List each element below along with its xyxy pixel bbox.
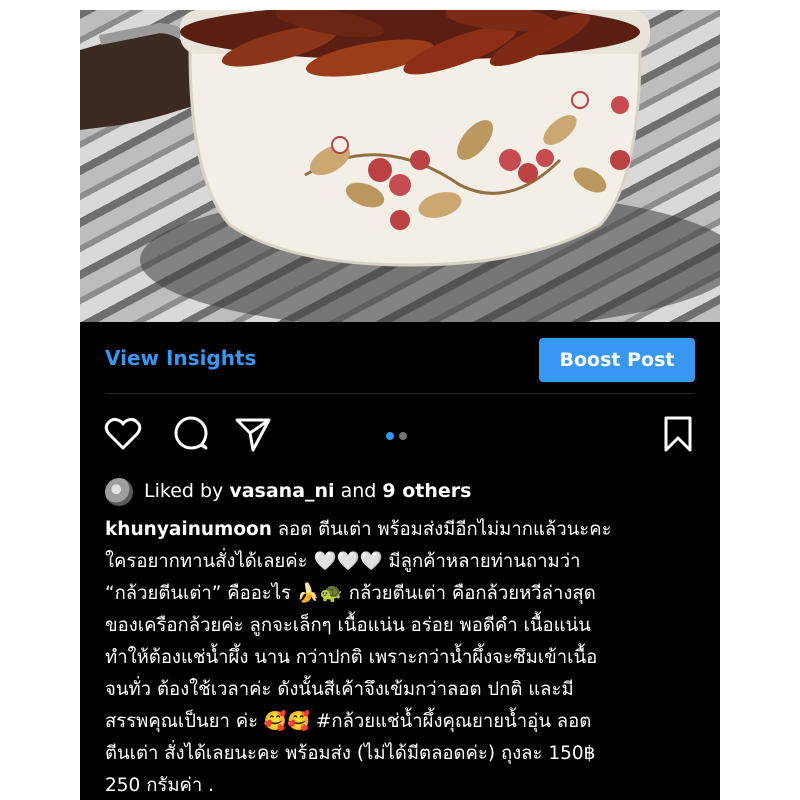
caption-text: ลอต ตีนเต่า พร้อมส่งมีอีกไม่มากแล้วนะคะ [271, 519, 612, 540]
post-caption: khunyainumoon ลอต ตีนเต่า พร้อมส่งมีอีกไ… [105, 514, 705, 800]
caption-line: ใครอยากทานสั่งได้เลยค่ะ 🤍🤍🤍 มีลูกค้าหลาย… [105, 551, 581, 572]
caption-line: จนทั่ว ต้องใช้เวลาค่ะ ดังนั้นสีเค้าจึงเข… [105, 679, 574, 700]
post-actions-row [80, 414, 720, 458]
liked-by-text: Liked by vasana_ni and 9 others [144, 480, 471, 502]
post-photo[interactable] [80, 10, 720, 322]
instagram-post: View Insights Boost Post Liked by vasana… [80, 10, 720, 800]
carousel-dot [399, 432, 407, 440]
likes-summary: Liked by vasana_ni and 9 others [105, 478, 705, 506]
divider [105, 393, 695, 394]
caption-line: ตีนเต่า สั่งได้เลยนะคะ พร้อมส่ง (ไม่ได้ม… [105, 743, 596, 764]
caption-line: 250 กรัมค่า . [105, 775, 215, 796]
carousel-dot-active [386, 432, 394, 440]
caption-line: “กล้วยตีนเต่า” คืออะไร 🍌🐢 กล้วยตีนเต่า ค… [105, 583, 596, 604]
boost-post-button[interactable]: Boost Post [539, 338, 695, 382]
liked-and-label: and [340, 480, 377, 502]
send-icon[interactable] [233, 414, 273, 454]
likes-others-link[interactable]: 9 others [382, 480, 471, 502]
caption-line: ทำให้ต้องแช่น้ำผึ้ง นาน กว่าปกติ เพราะกว… [105, 647, 598, 668]
caption-username[interactable]: khunyainumoon [105, 519, 272, 540]
liker-avatar[interactable] [105, 478, 133, 506]
pot-of-bananas-image [80, 10, 720, 322]
comment-icon[interactable] [170, 414, 210, 454]
caption-line: khunyainumoon ลอต ตีนเต่า พร้อมส่งมีอีกไ… [105, 514, 705, 546]
bookmark-icon[interactable] [658, 414, 698, 454]
caption-line: ของเครือกล้วยค่ะ ลูกจะเล็กๆ เนื้อแน่น อร… [105, 615, 591, 636]
caption-line: สรรพคุณเป็นยา ค่ะ 🥰🥰 #กล้วยแช่น้ำผึ้งคุณ… [105, 711, 592, 732]
heart-icon[interactable] [103, 414, 143, 454]
view-insights-link[interactable]: View Insights [105, 346, 256, 370]
liked-by-label: Liked by [144, 480, 224, 502]
insights-bar: View Insights Boost Post [80, 322, 720, 396]
liker-username[interactable]: vasana_ni [229, 480, 334, 502]
carousel-indicator [386, 432, 416, 442]
